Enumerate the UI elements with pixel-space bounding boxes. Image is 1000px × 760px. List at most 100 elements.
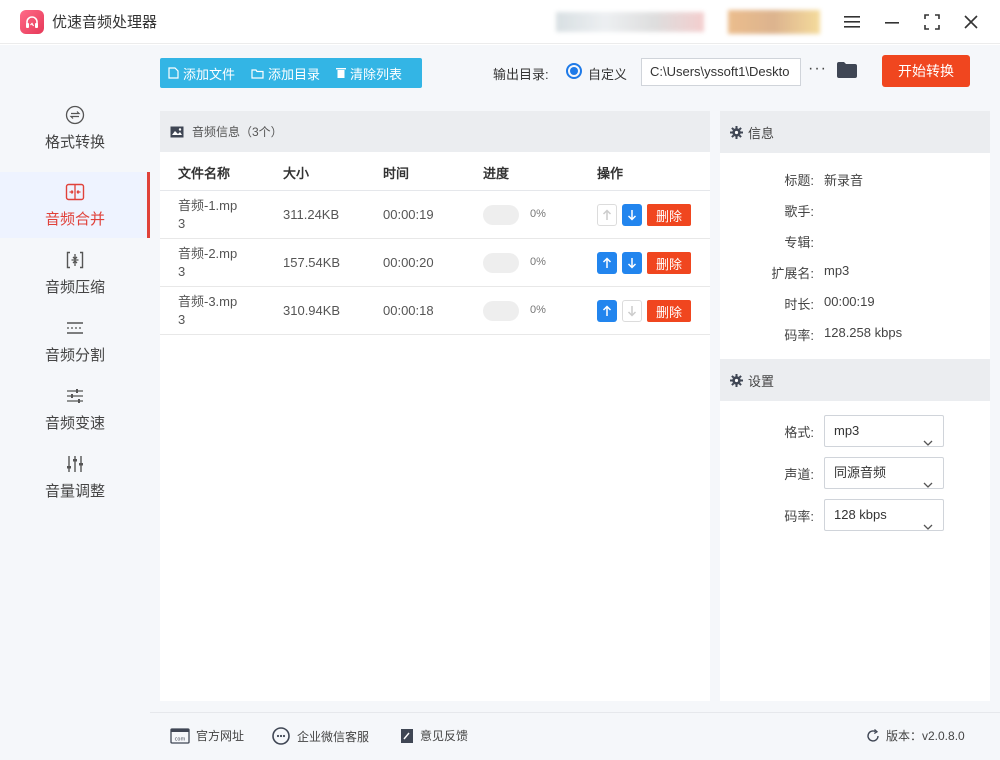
info-section-header: 信息 [720,111,990,153]
add-dir-label: 添加目录 [268,66,321,82]
gear-icon [730,125,743,139]
minimize-icon[interactable] [880,10,904,34]
close-icon[interactable] [959,10,983,34]
sidebar-item-audio-split[interactable]: 音频分割 [0,308,150,374]
info-bitrate-row: 码率: 128.258 kbps [720,325,990,345]
col-actions: 操作 [597,166,624,181]
file-list-title: 音频信息（3个） [192,125,283,139]
col-name: 文件名称 [178,166,231,181]
info-album-row: 专辑: [720,232,990,252]
file-icon [168,67,179,79]
custom-radio[interactable] [566,63,582,79]
move-down-button[interactable] [622,252,642,274]
info-value: 128.258 kbps [824,325,903,340]
progress-bar [483,301,519,321]
delete-button[interactable]: 删除 [647,300,691,322]
feedback-icon [400,728,414,744]
progress-percent: 0% [530,256,546,268]
format-value: mp3 [834,423,860,438]
bitrate-label-wrap: 码率: [720,506,814,526]
file-actions-group: 添加文件 添加目录 清除列表 [160,58,422,88]
more-options-button[interactable]: ··· [808,60,827,78]
sidebar-item-format-convert[interactable]: 格式转换 [0,95,150,161]
move-down-button[interactable] [622,204,642,226]
channel-select[interactable]: 同源音频 [824,457,944,489]
add-dir-button[interactable]: 添加目录 [243,58,328,88]
website-link[interactable]: com 官方网址 [170,727,244,744]
format-label: 格式: [784,425,814,440]
blurred-avatar [728,10,820,34]
channel-label: 声道: [784,467,814,482]
info-key: 标题: [784,173,814,188]
add-file-button[interactable]: 添加文件 [160,58,243,88]
sidebar-item-label: 音量调整 [44,482,105,500]
feedback-link[interactable]: 意见反馈 [400,727,468,744]
move-up-button[interactable] [597,204,617,226]
title-bar: 优速音频处理器 [0,0,1000,44]
file-duration: 00:00:20 [383,255,434,270]
table-row[interactable]: 音频-1.mp 3 311.24KB 00:00:19 0% 删除 [160,191,710,239]
maximize-icon[interactable] [920,10,944,34]
sidebar-item-audio-compress[interactable]: 音频压缩 [0,240,150,306]
sidebar-item-label: 格式转换 [44,133,105,151]
file-name: 音频-2.mp 3 [178,245,258,281]
image-icon [170,126,184,138]
sidebar-item-volume-adjust[interactable]: 音量调整 [0,444,150,510]
info-artist-row: 歌手: [720,201,990,221]
blurred-account-info [556,12,704,32]
info-value: mp3 [824,263,850,278]
format-label-wrap: 格式: [720,422,814,442]
format-convert-icon [65,105,85,125]
progress-bar [483,253,519,273]
folder-icon[interactable] [837,62,857,81]
output-path-field[interactable]: C:\Users\yssoft1\Deskto [641,58,801,86]
file-duration: 00:00:19 [383,207,434,222]
feedback-label: 意见反馈 [420,729,469,743]
col-progress: 进度 [483,166,510,181]
sidebar-item-label: 音频压缩 [44,278,105,296]
move-up-button[interactable] [597,300,617,322]
clear-list-button[interactable]: 清除列表 [328,58,410,88]
file-name-line2: 3 [178,312,186,327]
file-name-line1: 音频-3.mp [178,294,238,309]
custom-radio-label[interactable]: 自定义 [588,64,627,83]
info-title-row: 标题: 新录音 [720,170,990,190]
file-list-header: 音频信息（3个） [160,111,710,152]
app-title: 优速音频处理器 [52,14,158,31]
move-up-button[interactable] [597,252,617,274]
sidebar-item-label: 音频变速 [44,414,105,432]
sidebar-item-audio-speed[interactable]: 音频变速 [0,376,150,442]
progress-bar [483,205,519,225]
bitrate-select[interactable]: 128 kbps [824,499,944,531]
compress-icon [65,250,85,270]
channel-label-wrap: 声道: [720,464,814,484]
table-row[interactable]: 音频-3.mp 3 310.94KB 00:00:18 0% 删除 [160,287,710,335]
sidebar-item-audio-merge[interactable]: 音频合并 [0,172,150,238]
format-select[interactable]: mp3 [824,415,944,447]
file-size: 157.54KB [283,255,341,270]
sidebar-item-label: 音频分割 [44,346,105,364]
file-duration: 00:00:18 [383,303,434,318]
table-header: 文件名称 大小 时间 进度 操作 [160,152,710,191]
add-file-label: 添加文件 [183,66,236,82]
progress-percent: 0% [530,208,546,220]
info-key: 码率: [784,328,814,343]
col-size: 大小 [283,166,310,181]
speed-icon [65,386,85,406]
col-time: 时间 [383,166,410,181]
start-convert-button[interactable]: 开始转换 [882,55,970,87]
wechat-support-link[interactable]: 企业微信客服 [271,727,369,745]
delete-button[interactable]: 删除 [647,252,691,274]
settings-section-header: 设置 [720,359,990,401]
chat-icon [271,727,291,745]
trash-icon [336,67,347,79]
delete-button[interactable]: 删除 [647,204,691,226]
move-down-button[interactable] [622,300,642,322]
toolbar: 添加文件 添加目录 清除列表 输出目录: 自定义 C:\Users\yssoft… [150,45,1000,99]
menu-icon[interactable] [840,10,864,34]
bitrate-value: 128 kbps [834,507,887,522]
sidebar-item-label: 音频合并 [44,210,105,228]
split-icon [65,318,85,338]
version-info[interactable]: 版本：v2.0.8.0 [866,727,965,744]
table-row[interactable]: 音频-2.mp 3 157.54KB 00:00:20 0% 删除 [160,239,710,287]
